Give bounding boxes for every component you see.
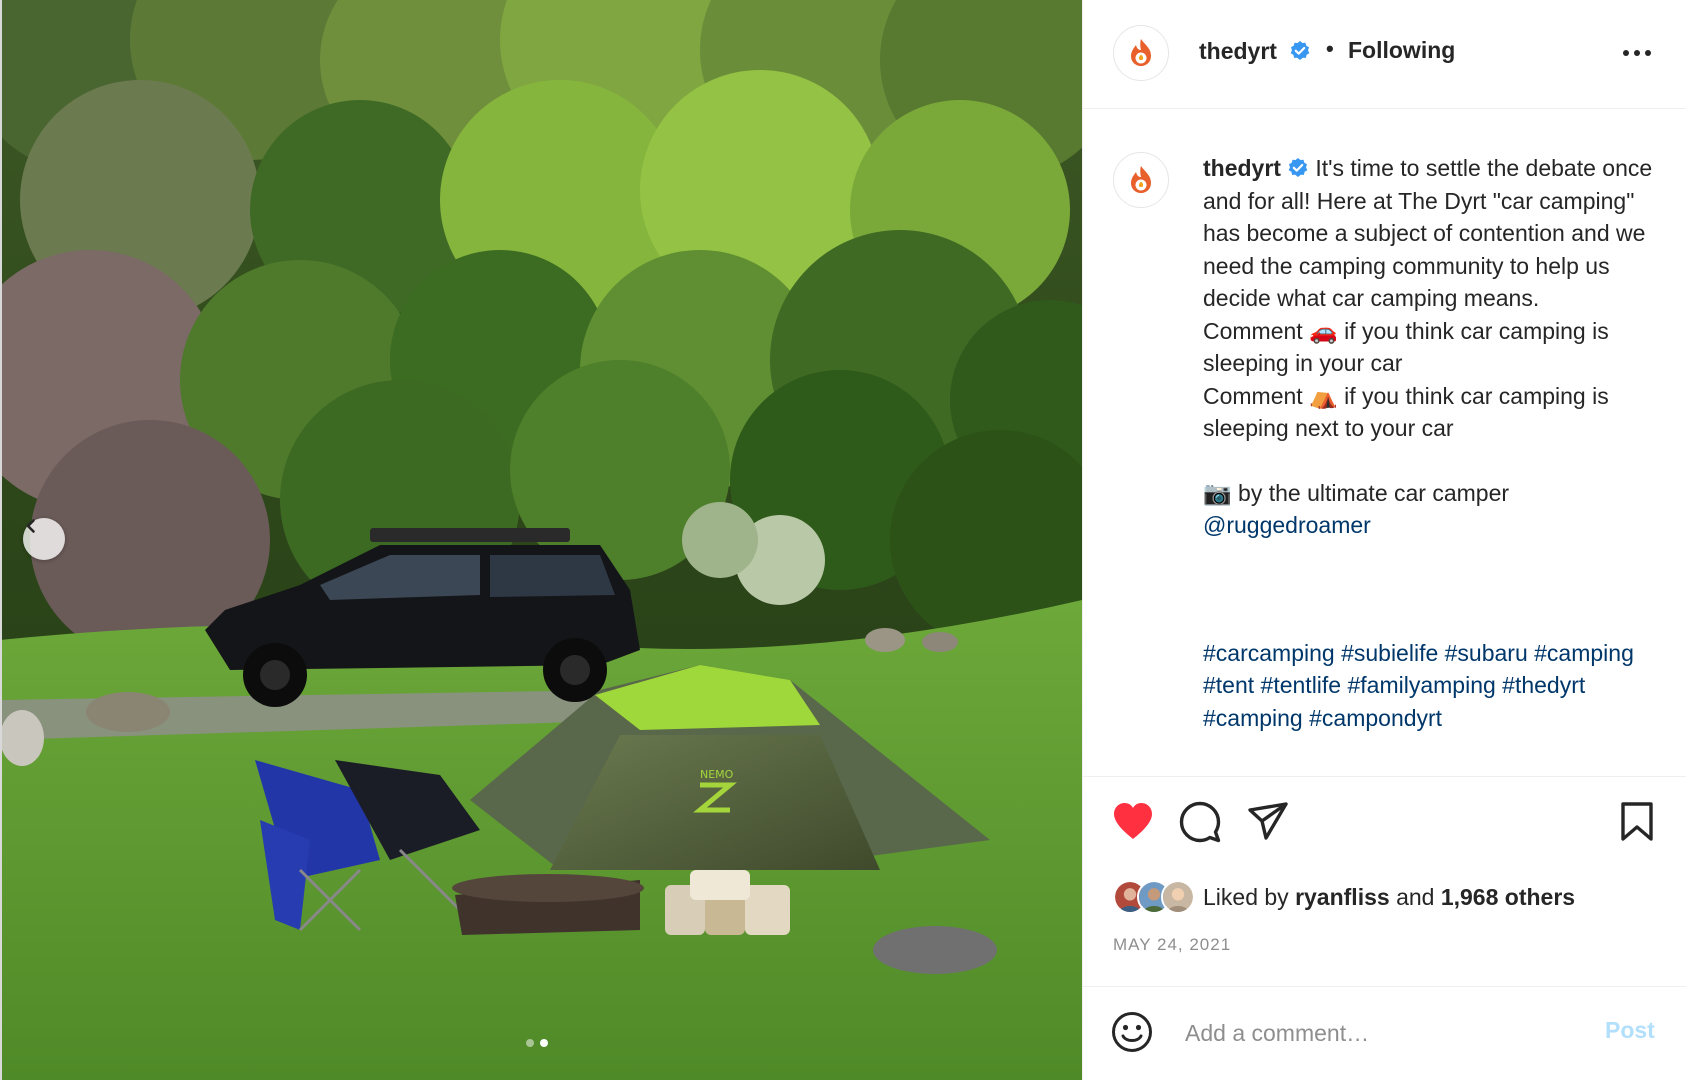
liker-username[interactable]: ryanfliss	[1295, 884, 1390, 910]
post-sidebar: thedyrt • Following thedyrt It's time to…	[1082, 0, 1686, 1080]
username-text[interactable]: thedyrt	[1199, 38, 1277, 64]
share-button[interactable]	[1247, 801, 1289, 848]
liker-avatar[interactable]	[1161, 880, 1195, 914]
comment-button[interactable]	[1179, 801, 1221, 848]
caption-photo-credit: 📷 by the ultimate car camper	[1203, 479, 1510, 506]
more-options-button[interactable]	[1620, 38, 1654, 68]
post-media[interactable]: NEMO	[0, 0, 1082, 1080]
carousel-indicator	[526, 1039, 548, 1047]
previous-slide-button[interactable]	[23, 518, 65, 560]
likes-count[interactable]: 1,968 others	[1441, 884, 1575, 910]
save-button[interactable]	[1619, 801, 1655, 848]
avatar[interactable]	[1113, 152, 1169, 208]
caption-section: thedyrt It's time to settle the debate o…	[1083, 110, 1686, 776]
likes-summary: Liked by ryanfliss and 1,968 others	[1113, 877, 1575, 917]
header-separator: •	[1326, 36, 1334, 61]
caption-line-car: Comment 🚗 if you think car camping is sl…	[1203, 317, 1616, 377]
likes-conjunction: and	[1396, 883, 1435, 910]
heart-filled-icon	[1114, 803, 1152, 839]
campsite-photo: NEMO	[0, 0, 1082, 1080]
emoji-button[interactable]	[1111, 1011, 1153, 1058]
media-border	[0, 0, 2, 1080]
header-username[interactable]: thedyrt	[1199, 38, 1311, 65]
carousel-dot-active	[540, 1039, 548, 1047]
post-header: thedyrt • Following	[1083, 0, 1686, 109]
post-date[interactable]: MAY 24, 2021	[1113, 935, 1231, 955]
comment-input[interactable]	[1185, 1015, 1555, 1051]
svg-text:NEMO: NEMO	[700, 768, 734, 781]
avatar[interactable]	[1113, 25, 1169, 81]
like-button[interactable]	[1111, 801, 1155, 846]
likes-prefix: Liked by	[1203, 883, 1289, 910]
caption-username[interactable]: thedyrt	[1203, 155, 1281, 181]
likes-text: Liked by ryanfliss and 1,968 others	[1203, 884, 1575, 911]
verified-badge-icon	[1288, 158, 1308, 177]
comment-icon	[1179, 801, 1221, 843]
send-icon	[1248, 802, 1288, 840]
chevron-left-icon	[26, 519, 35, 533]
emoji-icon	[1112, 1012, 1152, 1052]
post-comment-button[interactable]: Post	[1605, 1017, 1655, 1044]
campfire-logo-icon	[1131, 166, 1151, 193]
caption-hashtags[interactable]: #carcamping #subielife #subaru #camping …	[1203, 637, 1673, 735]
caption-intro: thedyrt It's time to settle the debate o…	[1203, 152, 1673, 315]
comment-composer: Post	[1083, 986, 1686, 1080]
post-caption: thedyrt It's time to settle the debate o…	[1203, 152, 1673, 734]
caption-line-tent: Comment ⛺ if you think car camping is sl…	[1203, 382, 1616, 442]
caption-mention-link[interactable]: @ruggedroamer	[1203, 509, 1673, 542]
following-button[interactable]: Following	[1348, 37, 1455, 64]
post-actions: Liked by ryanfliss and 1,968 others MAY …	[1083, 776, 1686, 986]
more-options-icon	[1623, 50, 1651, 56]
bookmark-icon	[1621, 802, 1653, 841]
verified-badge-icon	[1291, 41, 1310, 60]
instagram-post: NEMO thedyrt • Following thedyrt It's ti…	[0, 0, 1686, 1080]
carousel-dot	[526, 1039, 534, 1047]
campfire-logo-icon	[1131, 39, 1151, 66]
